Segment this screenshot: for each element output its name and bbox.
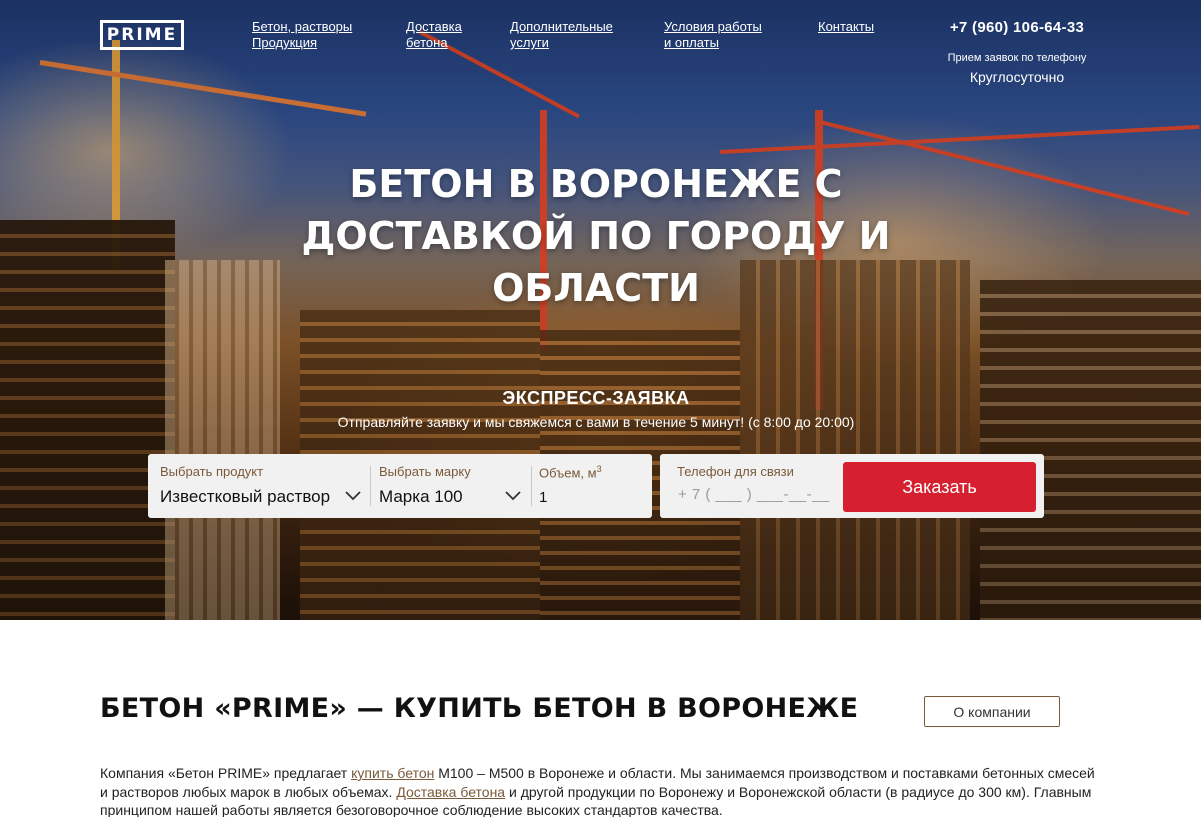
about-text-part: Компания «Бетон PRIME» предлагает (100, 765, 352, 781)
chevron-down-icon (505, 491, 521, 501)
nav-item-label: Дополнительные (510, 19, 613, 34)
phone-input-placeholder: + 7 ( ___ ) ___-__-__ (678, 486, 830, 503)
order-form-contact: Телефон для связи + 7 ( ___ ) ___-__-__ … (660, 454, 1044, 518)
nav-item-label: Доставка (406, 19, 462, 34)
nav-item-label: Бетон, растворы (252, 19, 353, 34)
about-company-button[interactable]: О компании (924, 696, 1060, 727)
phone-input-label: Телефон для связи (677, 464, 794, 479)
logo[interactable]: PRIME (100, 20, 184, 50)
grade-select-value: Марка 100 (379, 487, 463, 506)
nav-item-services[interactable]: Дополнительные услуги (510, 19, 613, 51)
concrete-delivery-link[interactable]: Доставка бетона (396, 784, 505, 800)
about-paragraph: Компания «Бетон PRIME» предлагает купить… (100, 764, 1100, 817)
phone-hours: Круглосуточно (969, 69, 1065, 85)
volume-label-text: Объем, м (539, 465, 597, 481)
volume-label-sup: 3 (596, 464, 602, 474)
chevron-down-icon (345, 491, 361, 501)
nav-item-delivery[interactable]: Доставка бетона (406, 19, 462, 51)
express-subtitle: Отправляйте заявку и мы свяжемся с вами … (337, 414, 855, 430)
express-title: ЭКСПРЕСС-ЗАЯВКА (502, 388, 690, 408)
nav-item-concrete[interactable]: Бетон, растворы Продукция (252, 19, 352, 51)
grade-select[interactable]: Выбрать марку Марка 100 (371, 454, 531, 518)
nav-item-label: и оплаты (664, 35, 719, 50)
header-phone[interactable]: +7 (960) 106-64-33 (940, 19, 1094, 36)
nav-item-label: Контакты (818, 19, 875, 34)
volume-input-value: 1 (539, 489, 548, 506)
volume-input[interactable]: Объем, м3 1 (532, 454, 652, 518)
section-title: БЕТОН «PRIME» — КУПИТЬ БЕТОН В ВОРОНЕЖЕ (100, 693, 859, 724)
product-select-value: Известковый раствор (160, 487, 331, 506)
hero-title: БЕТОН В ВОРОНЕЖЕ С ДОСТАВКОЙ ПО ГОРОДУ И… (301, 162, 891, 310)
buy-concrete-link[interactable]: купить бетон (351, 765, 434, 781)
volume-input-label: Объем, м3 (539, 464, 602, 480)
product-select-label: Выбрать продукт (160, 464, 264, 479)
nav-item-terms[interactable]: Условия работы и оплаты (664, 19, 762, 51)
nav-item-label: услуги (510, 35, 549, 50)
nav-item-label: Условия работы (664, 19, 762, 34)
grade-select-label: Выбрать марку (379, 464, 471, 479)
product-select[interactable]: Выбрать продукт Известковый раствор (148, 454, 368, 518)
order-button[interactable]: Заказать (843, 462, 1036, 512)
order-form-fields: Выбрать продукт Известковый раствор Выбр… (148, 454, 652, 518)
nav-item-contacts[interactable]: Контакты (818, 19, 874, 35)
nav-item-label: Продукция (252, 35, 318, 50)
phone-note: Прием заявок по телефону (947, 52, 1087, 64)
phone-input[interactable]: Телефон для связи + 7 ( ___ ) ___-__-__ (660, 454, 840, 518)
nav-item-label: бетона (406, 35, 448, 50)
